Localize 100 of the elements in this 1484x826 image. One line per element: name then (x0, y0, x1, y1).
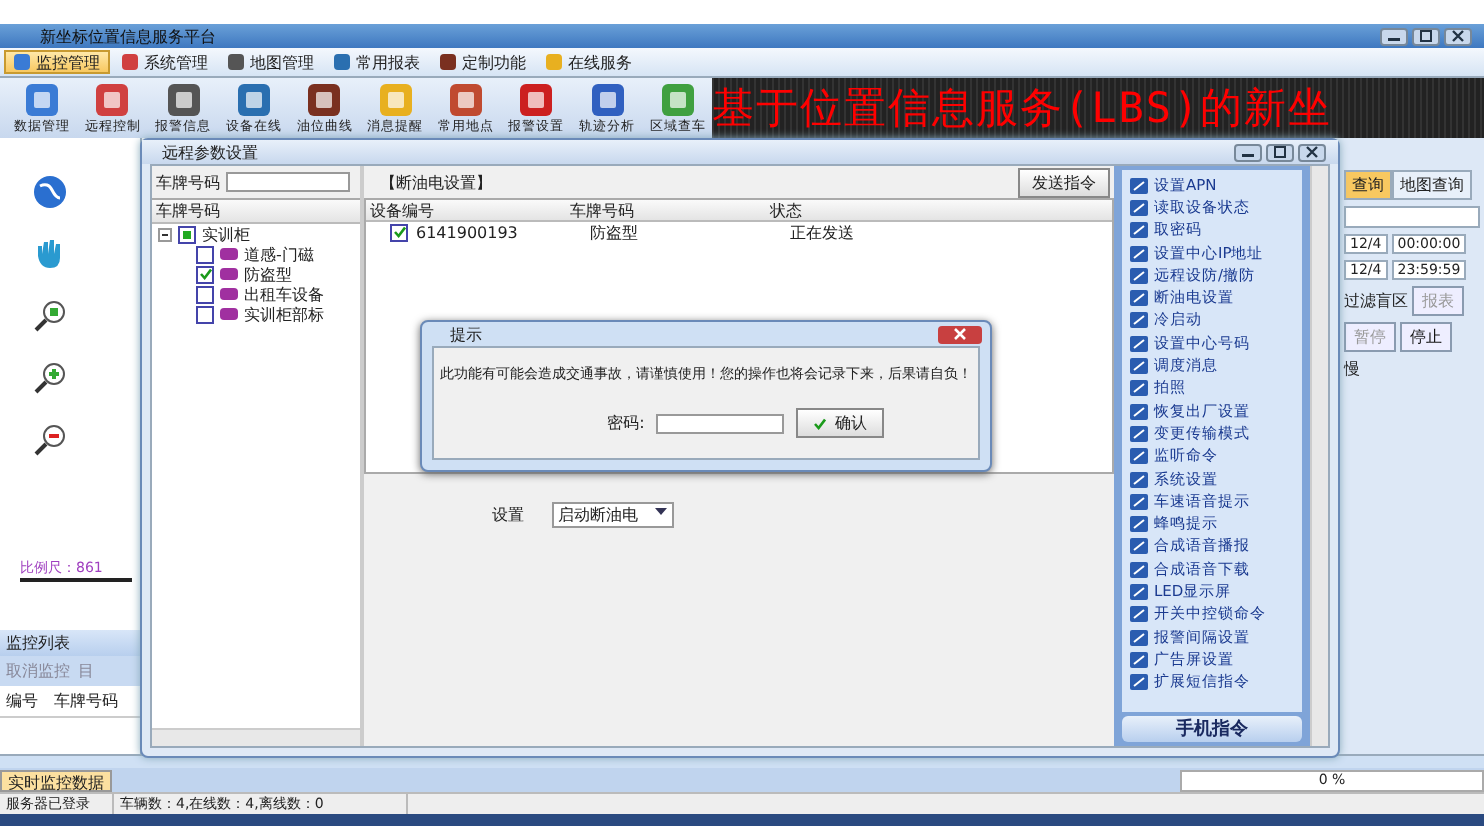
globe-icon[interactable] (32, 174, 68, 210)
tree-item[interactable]: 出租车设备 (244, 283, 324, 305)
command-icon (1130, 561, 1148, 578)
tree-item[interactable]: 道感-门磁 (244, 243, 314, 265)
tree-checkbox[interactable] (196, 265, 214, 283)
tool-icon (94, 82, 131, 118)
command-icon (1130, 222, 1148, 239)
dialog-title: 提示 (450, 323, 482, 345)
command-icon (1130, 312, 1148, 329)
query-tab[interactable]: 查询 (1344, 170, 1392, 200)
field-label: 设置 (492, 504, 524, 526)
command-icon (1130, 425, 1148, 442)
menu-tab[interactable]: 监控管理 (4, 50, 110, 74)
command-icon (1130, 629, 1148, 646)
command-icon (1130, 290, 1148, 307)
tree-checkbox[interactable] (196, 305, 214, 323)
tool-icon (377, 82, 414, 118)
command-icon (1130, 493, 1148, 510)
text-field[interactable] (1344, 206, 1480, 228)
password-field[interactable] (656, 413, 785, 433)
field-label: 密码: (607, 412, 645, 434)
maximize-icon (1420, 30, 1432, 42)
query-tab[interactable]: 地图查询 (1392, 170, 1472, 200)
command-icon (1130, 358, 1148, 375)
menu-tab[interactable]: 地图管理 (220, 50, 322, 74)
close-icon (1452, 30, 1464, 42)
tree-item[interactable]: 实训柜 (202, 223, 250, 245)
tree-checkbox[interactable] (196, 285, 214, 303)
command-icon (1130, 199, 1148, 216)
table-cell: 6141900193 (416, 223, 518, 241)
command-icon (1130, 471, 1148, 487)
close-icon (1306, 146, 1318, 158)
command-icon (1130, 177, 1148, 194)
note-text: 慢 (1344, 358, 1360, 380)
zoom-in-icon[interactable] (32, 360, 68, 396)
column-header: 状态 (768, 199, 804, 221)
led-banner: 基于位置信息服务(LBS)的新坐 (712, 78, 1484, 138)
close-button[interactable] (938, 325, 982, 343)
command-icon (1130, 403, 1148, 420)
command-icon (1130, 448, 1148, 465)
command-icon (1130, 516, 1148, 533)
command-icon (1130, 335, 1148, 352)
column-header: 编号 (6, 690, 38, 712)
panel-header: 监控列表 (0, 630, 140, 656)
vertical-scrollbar[interactable] (1310, 166, 1328, 746)
command-icon (1130, 606, 1148, 623)
zoom-extent-icon[interactable] (32, 298, 68, 334)
filter-label: 过滤盲区 (1344, 290, 1408, 312)
tool-icon (659, 82, 696, 118)
tree-item[interactable]: 防盗型 (244, 263, 292, 285)
column-header: 设备编号 (368, 199, 436, 221)
row-checkbox[interactable] (390, 223, 408, 241)
table-cell-text: 防盗型 (588, 221, 640, 243)
minimize-button[interactable] (1234, 143, 1262, 161)
table-cell-text: 正在发送 (788, 221, 856, 243)
menu-tab[interactable]: 系统管理 (114, 50, 216, 74)
maximize-button[interactable] (1412, 27, 1440, 45)
command-icon (1130, 538, 1148, 555)
plate-field[interactable] (226, 172, 350, 192)
command-icon (1130, 380, 1148, 397)
data-tab[interactable]: 实时监控数据 (0, 769, 112, 791)
tool-icon (306, 82, 343, 118)
horizontal-scrollbar[interactable] (152, 728, 360, 746)
close-button[interactable] (1444, 27, 1472, 45)
column-header: 车牌号码 (152, 200, 360, 224)
command-icon (1130, 583, 1148, 600)
check-icon (393, 226, 405, 238)
dropdown-arrow-icon (654, 504, 668, 518)
close-icon (954, 328, 966, 340)
tree-item[interactable]: 实训柜部标 (244, 303, 324, 325)
minimize-button[interactable] (1380, 27, 1408, 45)
tool-icon (518, 82, 555, 118)
check-icon (199, 268, 211, 280)
stop-button[interactable]: 停止 (1400, 322, 1452, 352)
tool-icon (447, 82, 484, 118)
send-button[interactable]: 发送指令 (1018, 167, 1110, 197)
tool-icon (236, 82, 273, 118)
command-icon (1130, 674, 1148, 691)
section-title: 【断油电设置】 (378, 171, 494, 193)
command-icon (1130, 651, 1148, 668)
field-label: 车牌号码 (156, 171, 220, 193)
tool-icon (165, 82, 202, 118)
close-button[interactable] (1298, 143, 1326, 161)
confirm-button[interactable]: 确认 (796, 408, 885, 438)
command-icon (1130, 267, 1148, 284)
command-icon (1130, 245, 1148, 262)
tree-checkbox[interactable] (196, 245, 214, 263)
setting-dropdown[interactable]: 启动断油电 (552, 502, 674, 528)
column-header: 车牌号码 (568, 199, 636, 221)
maximize-button[interactable] (1266, 143, 1294, 161)
column-header: 车牌号码 (54, 690, 118, 712)
zoom-out-icon[interactable] (32, 422, 68, 458)
maximize-icon (1274, 146, 1286, 158)
tool-icon (24, 82, 61, 118)
menu-tab[interactable]: 定制功能 (432, 50, 534, 74)
tree-checkbox[interactable] (178, 225, 196, 243)
command-group-header[interactable]: 手机指令 (1122, 716, 1302, 742)
collapse-icon[interactable] (158, 227, 172, 241)
menu-tab[interactable]: 在线服务 (538, 50, 640, 74)
menu-tab[interactable]: 常用报表 (326, 50, 428, 74)
